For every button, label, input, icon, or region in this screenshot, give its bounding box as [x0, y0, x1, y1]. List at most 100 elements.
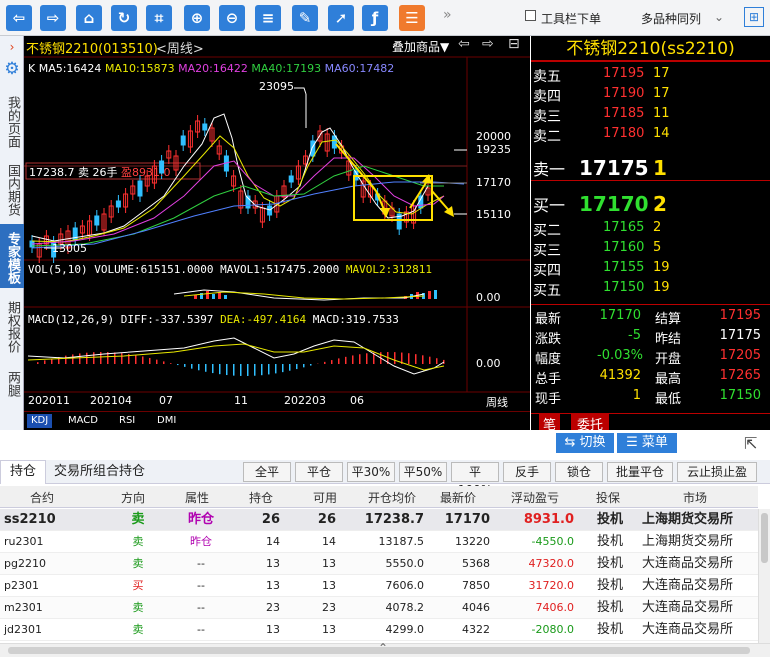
close-50-button[interactable]: 平50%	[399, 462, 447, 482]
cell-t: 投机	[596, 578, 623, 593]
table-row[interactable]: pg2210 卖 -- 13 13 5550.0 5368 47320.0 投机 大连商品交易所	[0, 553, 758, 575]
macd-bar	[359, 354, 361, 364]
layout-panel-icon[interactable]: ⊟	[508, 36, 520, 52]
stat-row: 现手 1 最低 17150	[535, 388, 761, 407]
table-row[interactable]: jd2301 卖 -- 13 13 4299.0 4322 -2080.0 投机 大连商品交易所	[0, 619, 758, 641]
back-arrow-icon[interactable]: ⇦	[6, 5, 32, 31]
macd-bar	[394, 352, 396, 364]
cell-t: 投机	[596, 600, 623, 615]
position-panel: ⇆ 切换 ☰ 菜单 ⇱ 持仓 交易所组合持仓 全平 平仓 平30% 平50% 平…	[0, 430, 770, 657]
macd-zero-label: 0.00	[476, 357, 501, 370]
sidebar-collapse-icon[interactable]: ›	[0, 40, 24, 55]
list-menu-icon[interactable]: ☰	[399, 5, 425, 31]
multi-variety-dropdown[interactable]: 多品种同列	[641, 10, 701, 27]
sidebar-item-options[interactable]: 期权报价	[0, 296, 24, 358]
lock-position-button[interactable]: 锁仓	[555, 462, 603, 482]
collapse-panel-icon[interactable]: ⇱	[744, 434, 757, 453]
position-tab-bar: 持仓 交易所组合持仓 全平 平仓 平30% 平50% 平100% 反手 锁仓 批…	[0, 460, 770, 497]
sidebar-item-futures[interactable]: 国内期货	[0, 161, 24, 219]
ask-row[interactable]: 卖四 17190 17	[531, 86, 770, 106]
bid-row[interactable]: 买二 17165 2	[531, 220, 770, 240]
overlay-commodity-dropdown[interactable]: 叠加商品▼	[392, 38, 449, 55]
macd-bar	[156, 359, 158, 364]
low-price-label: 13005	[52, 242, 87, 255]
position-line-label[interactable]: 17238.7 卖 26手 盈8931.0	[29, 164, 171, 180]
tab-exchange-combo-positions[interactable]: 交易所组合持仓	[54, 460, 145, 484]
refresh-icon[interactable]: ↻	[111, 5, 137, 31]
draw-pen-icon[interactable]: ✎	[292, 5, 318, 31]
candle	[180, 135, 186, 146]
cell-m: 大连商品交易所	[642, 556, 734, 571]
tab-kdj[interactable]: KDJ	[27, 414, 53, 428]
close-100-button[interactable]: 平100%	[451, 462, 499, 497]
close-30-button[interactable]: 平30%	[347, 462, 395, 482]
volume-bar	[428, 291, 431, 299]
tab-ticks[interactable]: 笔	[539, 414, 561, 430]
cell-p: 26	[261, 512, 280, 527]
chevron-down-icon[interactable]: ⌄	[714, 10, 724, 24]
zoom-out-icon[interactable]: ⊖	[219, 5, 245, 31]
cloud-stop-button[interactable]: 云止损止盈	[677, 462, 757, 482]
macd-bar	[240, 364, 242, 376]
close-all-button[interactable]: 全平	[243, 462, 291, 482]
macd-bar	[422, 355, 424, 364]
table-row[interactable]: ss2210 卖 昨仓 26 26 17238.7 17170 8931.0 投机 上海期货交易所	[0, 509, 758, 531]
macd-bar	[331, 360, 333, 364]
more-chevron-icon[interactable]: »	[443, 7, 452, 23]
macd-bar	[79, 353, 81, 364]
cell-u: 26	[317, 512, 336, 527]
cell-a: --	[197, 557, 205, 570]
toolbar-order-checkbox[interactable]	[525, 10, 536, 21]
bid-row[interactable]: 买三 17160 5	[531, 240, 770, 260]
bid-row[interactable]: 买四 17155 19	[531, 260, 770, 280]
kline-chart-panel[interactable]: 不锈钢2210(013510) <周线> 叠加商品▼ ⇦ ⇨ ⊟ K MA5:1…	[24, 36, 530, 430]
macd-bar	[324, 361, 326, 364]
ask-row[interactable]: 卖一 17175 1	[531, 156, 770, 180]
table-row[interactable]: p2301 买 -- 13 13 7606.0 7850 31720.0 投机 大连商品交易所	[0, 575, 758, 597]
prev-arrow-icon[interactable]: ⇦	[458, 36, 470, 52]
macd-bar	[282, 364, 284, 373]
pointer-icon[interactable]: ➚	[328, 5, 354, 31]
macd-bar	[142, 356, 144, 364]
sidebar: › ⚙ 我的页面 国内期货 专家模板 期权报价 两腿	[0, 36, 24, 430]
candle	[267, 205, 273, 216]
crop-icon[interactable]: ⌗	[146, 5, 172, 31]
bid-row[interactable]: 买五 17150 19	[531, 280, 770, 300]
sidebar-item-two-legs[interactable]: 两腿	[0, 364, 24, 404]
tab-macd[interactable]: MACD	[68, 414, 98, 428]
next-arrow-icon[interactable]: ⇨	[482, 36, 494, 52]
ask-row[interactable]: 卖二 17180 14	[531, 126, 770, 146]
vertical-scrollbar[interactable]	[758, 509, 770, 643]
bid-row[interactable]: 买一 17170 2	[531, 192, 770, 216]
batch-close-button[interactable]: 批量平仓	[607, 462, 673, 482]
home-icon[interactable]: ⌂	[76, 5, 102, 31]
tab-dmi[interactable]: DMI	[157, 414, 176, 428]
reverse-button[interactable]: 反手	[503, 462, 551, 482]
sidebar-item-my-page[interactable]: 我的页面	[0, 92, 24, 150]
horizontal-scrollbar[interactable]: ⌃	[0, 641, 770, 657]
tab-orders[interactable]: 委托	[571, 414, 610, 430]
formula-icon[interactable]: ≡	[255, 5, 281, 31]
forward-arrow-icon[interactable]: ⇨	[40, 5, 66, 31]
sidebar-item-expert-template[interactable]: 专家模板	[0, 224, 24, 288]
grid-layout-icon[interactable]: ⊞	[744, 7, 764, 27]
table-row[interactable]: m2301 卖 -- 23 23 4078.2 4046 7406.0 投机 大连商品交易所	[0, 597, 758, 619]
close-position-button[interactable]: 平仓	[295, 462, 343, 482]
macd-bar	[366, 353, 368, 364]
table-row[interactable]: ru2301 卖 昨仓 14 14 13187.5 13220 -4550.0 投机 上海期货交易…	[0, 531, 758, 553]
settings-gear-icon[interactable]: ⚙	[0, 61, 24, 78]
fx-icon[interactable]: ƒ	[362, 5, 388, 31]
ask-row[interactable]: 卖三 17185 11	[531, 106, 770, 126]
kline-chart-canvas[interactable]	[24, 36, 530, 430]
ask-row[interactable]: 卖五 17195 17	[531, 66, 770, 86]
menu-button[interactable]: ☰ 菜单	[617, 433, 677, 453]
tab-positions[interactable]: 持仓	[0, 460, 46, 484]
chevron-up-icon[interactable]: ⌃	[378, 641, 388, 655]
cell-o: 7606.0	[385, 579, 425, 592]
volume-bar	[212, 294, 215, 299]
zoom-in-icon[interactable]: ⊕	[184, 5, 210, 31]
cell-t: 投机	[596, 556, 623, 571]
cell-p: 13	[266, 557, 280, 570]
tab-rsi[interactable]: RSI	[119, 414, 135, 428]
switch-button[interactable]: ⇆ 切换	[556, 433, 614, 453]
